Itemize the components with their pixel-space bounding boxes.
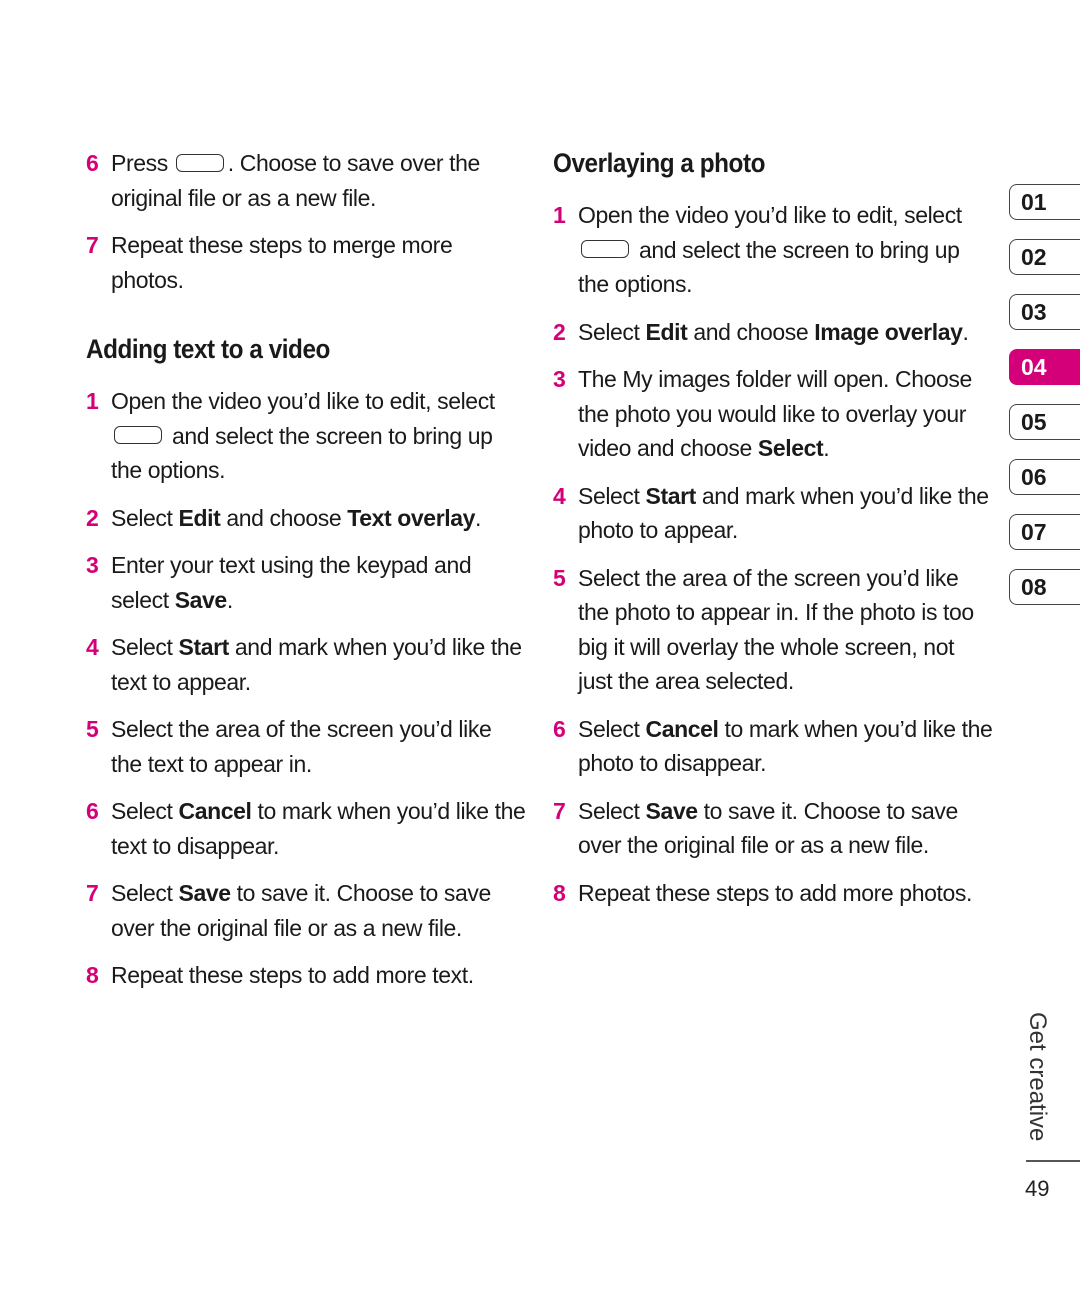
- step-text: and choose: [687, 318, 815, 345]
- step-item: 4 Select Start and mark when you’d like t…: [553, 479, 993, 548]
- step-number: 7: [86, 232, 99, 258]
- step-text: Repeat these steps to add more photos.: [578, 879, 972, 906]
- chapter-tab-08[interactable]: 08: [1009, 569, 1080, 605]
- step-number: 7: [86, 880, 99, 906]
- phone-key-icon: [175, 153, 224, 172]
- step-number: 4: [86, 634, 99, 660]
- step-number: 1: [86, 388, 99, 414]
- menu-option-label: Cancel: [178, 798, 252, 824]
- step-text: Select: [111, 880, 179, 906]
- right-column: Overlaying a photo 1 Open the video you’d…: [553, 146, 993, 923]
- step-text: Enter your text using the keypad and sel…: [111, 552, 472, 613]
- step-number: 5: [553, 564, 566, 591]
- chapter-tab-06[interactable]: 06: [1009, 459, 1080, 495]
- step-item: 7 Repeat these steps to merge more photos…: [86, 228, 526, 297]
- step-item: 6 Select Cancel to mark when you’d like t…: [86, 794, 526, 863]
- left-column: 6 Press . Choose to save over the origina…: [86, 146, 526, 1006]
- step-number: 6: [553, 715, 566, 742]
- menu-option-label: Save: [178, 880, 232, 906]
- step-text: .: [823, 435, 830, 461]
- chapter-tab-03[interactable]: 03: [1009, 294, 1080, 330]
- step-item: 7 Select Save to save it. Choose to save …: [553, 794, 993, 863]
- menu-option-label: Edit: [178, 504, 221, 531]
- footer-divider: [1026, 1160, 1080, 1162]
- step-item: 6 Press . Choose to save over the origina…: [86, 146, 526, 215]
- menu-option-label: Start: [178, 634, 230, 660]
- step-text: .: [962, 318, 969, 345]
- section-heading-adding-text: Adding text to a video: [86, 334, 330, 364]
- chapter-tab-02[interactable]: 02: [1009, 239, 1080, 275]
- step-text: Select: [578, 482, 646, 509]
- step-number: 3: [553, 366, 566, 392]
- step-number: 8: [553, 879, 566, 906]
- step-text: Select: [111, 798, 179, 824]
- chapter-tab-01[interactable]: 01: [1009, 184, 1080, 220]
- page-number: 49: [1025, 1176, 1050, 1201]
- step-item: 1 Open the video you’d like to edit, sele…: [553, 198, 993, 302]
- step-text: Select the area of the screen you’d like…: [111, 716, 492, 777]
- menu-option-label: Text overlay: [347, 504, 476, 531]
- step-item: 1 Open the video you’d like to edit, sele…: [86, 384, 526, 488]
- step-text: Press: [111, 150, 174, 176]
- step-item: 7 Select Save to save it. Choose to save …: [86, 876, 526, 945]
- step-item: 8 Repeat these steps to add more text.: [86, 958, 526, 993]
- chapter-tab-07[interactable]: 07: [1009, 514, 1080, 550]
- phone-key-icon: [581, 240, 629, 259]
- step-number: 4: [553, 482, 566, 509]
- chapter-tab-05[interactable]: 05: [1009, 404, 1080, 440]
- step-text: Select: [111, 504, 179, 531]
- step-text: and choose: [220, 504, 348, 531]
- step-number: 2: [86, 504, 99, 531]
- chapter-tabs: 01 02 03 04 05 06 07 08: [1009, 184, 1080, 624]
- intro-steps: 6 Press . Choose to save over the origina…: [86, 146, 526, 297]
- step-number: 5: [86, 716, 99, 742]
- step-number: 3: [86, 552, 99, 578]
- menu-option-label: Edit: [645, 318, 688, 345]
- step-text: Select the area of the screen you’d like…: [578, 564, 974, 695]
- step-text: Select: [578, 715, 646, 742]
- step-text: .: [226, 586, 233, 613]
- step-item: 3 Enter your text using the keypad and se…: [86, 548, 526, 617]
- step-text: .: [475, 504, 482, 531]
- step-number: 2: [553, 318, 566, 345]
- step-text: Select: [578, 318, 646, 345]
- steps-list-overlaying-photo: 1 Open the video you’d like to edit, sele…: [553, 198, 993, 910]
- section-heading-overlaying-photo: Overlaying a photo: [553, 148, 765, 178]
- chapter-tab-04[interactable]: 04: [1009, 349, 1080, 385]
- step-item: 6 Select Cancel to mark when you’d like t…: [553, 712, 993, 781]
- step-number: 7: [553, 797, 566, 824]
- step-text: and select the screen to bring up the op…: [578, 236, 960, 298]
- step-item: 5 Select the area of the screen you’d lik…: [553, 561, 993, 699]
- step-number: 6: [86, 798, 99, 824]
- menu-option-label: Select: [757, 435, 824, 461]
- section-label-text: Get creative: [1024, 1012, 1051, 1142]
- step-item: 2 Select Edit and choose Image overlay.: [553, 315, 993, 350]
- step-number: 8: [86, 962, 99, 988]
- step-text: Repeat these steps to merge more photos.: [111, 232, 453, 293]
- step-item: 2 Select Edit and choose Text overlay.: [86, 501, 526, 536]
- section-label: Get creative: [1017, 1012, 1057, 1147]
- step-text: Open the video you’d like to edit, selec…: [111, 388, 495, 414]
- step-text: Select: [111, 634, 179, 660]
- menu-option-label: Cancel: [645, 715, 719, 742]
- step-number: 6: [86, 150, 99, 176]
- menu-option-label: Save: [645, 797, 699, 824]
- menu-option-label: Start: [645, 482, 697, 509]
- phone-key-icon: [114, 426, 162, 445]
- step-number: 1: [553, 202, 566, 228]
- step-item: 8 Repeat these steps to add more photos.: [553, 876, 993, 911]
- step-item: 3 The My images folder will open. Choose …: [553, 362, 993, 466]
- menu-option-label: Save: [174, 586, 228, 613]
- step-text: and select the screen to bring up the op…: [111, 422, 493, 484]
- steps-list-adding-text: 1 Open the video you’d like to edit, sele…: [86, 384, 526, 993]
- step-text: Select: [578, 797, 646, 824]
- step-text: Open the video you’d like to edit, selec…: [578, 202, 962, 228]
- menu-option-label: Image overlay: [814, 318, 963, 345]
- step-text: Repeat these steps to add more text.: [111, 962, 474, 988]
- step-item: 4 Select Start and mark when you’d like t…: [86, 630, 526, 699]
- step-item: 5 Select the area of the screen you’d lik…: [86, 712, 526, 781]
